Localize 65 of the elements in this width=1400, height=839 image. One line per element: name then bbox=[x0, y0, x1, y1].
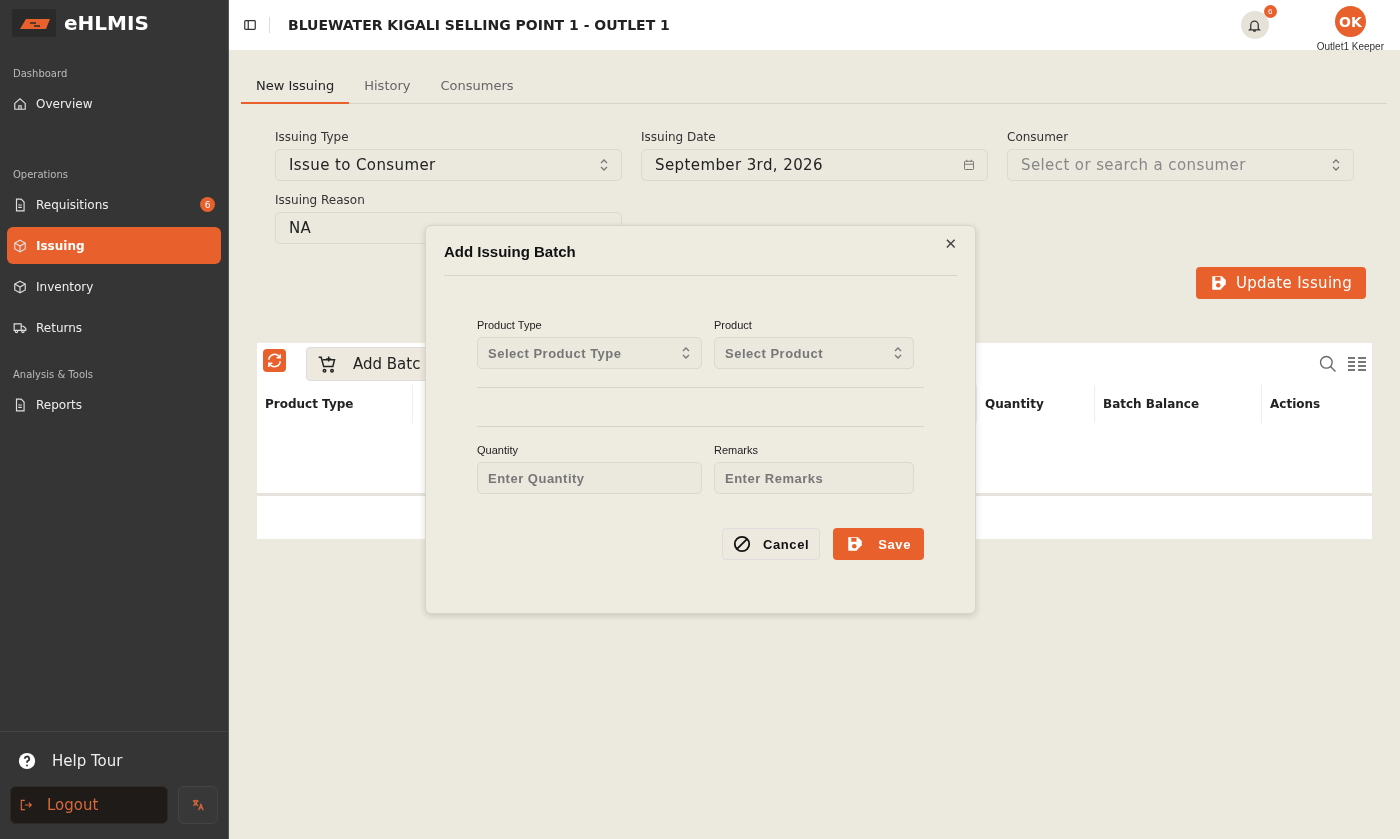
cart-icon bbox=[317, 354, 337, 374]
box-icon bbox=[13, 238, 27, 253]
tab[interactable]: New Issuing bbox=[241, 68, 350, 104]
column-header: Actions bbox=[1269, 396, 1322, 413]
cancel-button[interactable]: Cancel bbox=[722, 528, 821, 560]
dialog-title: Add Issuing Batch bbox=[444, 242, 576, 260]
chevron-updown-icon bbox=[1331, 159, 1341, 171]
select-field[interactable]: Issue to Consumer bbox=[275, 149, 622, 181]
sidebar-item[interactable]: Reports bbox=[7, 386, 221, 423]
document-icon bbox=[13, 397, 27, 412]
column-header: Quantity bbox=[977, 385, 1095, 423]
chevron-updown-icon bbox=[681, 347, 691, 359]
page-title: BLUEWATER KIGALI SELLING POINT 1 - OUTLET 1 bbox=[288, 17, 671, 33]
select-field[interactable]: Select Product Type bbox=[477, 337, 702, 369]
column-header: Batch Balance bbox=[1095, 385, 1262, 423]
box-icon bbox=[13, 279, 27, 294]
section-label: Dashboard bbox=[12, 67, 69, 81]
count-badge: 6 bbox=[200, 197, 215, 212]
tab[interactable]: Consumers bbox=[425, 68, 529, 104]
home-icon bbox=[13, 96, 27, 111]
select-field[interactable]: Select Product bbox=[714, 337, 914, 369]
field-label: Quantity bbox=[477, 444, 519, 456]
help-icon bbox=[18, 752, 36, 770]
section-label: Analysis & Tools bbox=[12, 368, 94, 382]
input-field[interactable]: Enter Remarks bbox=[714, 462, 914, 494]
logout-icon bbox=[19, 798, 33, 812]
truck-icon bbox=[13, 320, 27, 335]
translate-icon bbox=[191, 798, 205, 812]
date-field[interactable]: September 3rd, 2026 bbox=[641, 149, 988, 181]
columns-icon[interactable] bbox=[1348, 356, 1366, 372]
app-name: eHLMIS bbox=[64, 11, 149, 35]
field-label: Issuing Reason bbox=[275, 193, 366, 207]
user-name: Outlet1 Keeper bbox=[1316, 41, 1384, 52]
notification-badge: 6 bbox=[1263, 5, 1277, 18]
sidebar-item[interactable]: Returns bbox=[7, 309, 221, 346]
field-label: Issuing Type bbox=[275, 130, 350, 144]
search-icon[interactable] bbox=[1318, 354, 1338, 374]
column-header: Product Type bbox=[257, 385, 413, 423]
cancel-icon bbox=[733, 535, 751, 553]
save-icon bbox=[846, 535, 865, 553]
input-field[interactable]: Enter Quantity bbox=[477, 462, 702, 494]
field-label: Product bbox=[714, 319, 753, 331]
save-icon bbox=[1209, 274, 1228, 292]
sidebar-item[interactable]: Inventory bbox=[7, 268, 221, 305]
calendar-icon bbox=[963, 159, 975, 171]
field-label: Issuing Date bbox=[641, 130, 717, 144]
logout-button[interactable]: Logout bbox=[10, 786, 168, 824]
sidebar-toggle-icon[interactable] bbox=[243, 18, 257, 32]
notification-button[interactable] bbox=[1240, 11, 1269, 39]
section-label: Operations bbox=[12, 168, 69, 182]
field-label: Consumer bbox=[1007, 130, 1070, 144]
refresh-icon bbox=[266, 352, 283, 369]
document-icon bbox=[13, 197, 27, 212]
chevron-updown-icon bbox=[599, 159, 609, 171]
close-button[interactable]: ✕ bbox=[944, 235, 957, 253]
tab[interactable]: History bbox=[349, 68, 426, 104]
sidebar-item[interactable]: Overview bbox=[7, 85, 221, 122]
sidebar-item[interactable]: Requisitions 6 bbox=[7, 186, 221, 223]
refresh-button[interactable] bbox=[263, 349, 286, 372]
chevron-updown-icon bbox=[893, 347, 903, 359]
bell-icon bbox=[1247, 17, 1263, 33]
field-label: Remarks bbox=[714, 444, 759, 456]
logo-icon bbox=[12, 9, 56, 37]
field-label: Product Type bbox=[477, 319, 543, 331]
help-tour-link[interactable]: Help Tour bbox=[10, 746, 218, 776]
